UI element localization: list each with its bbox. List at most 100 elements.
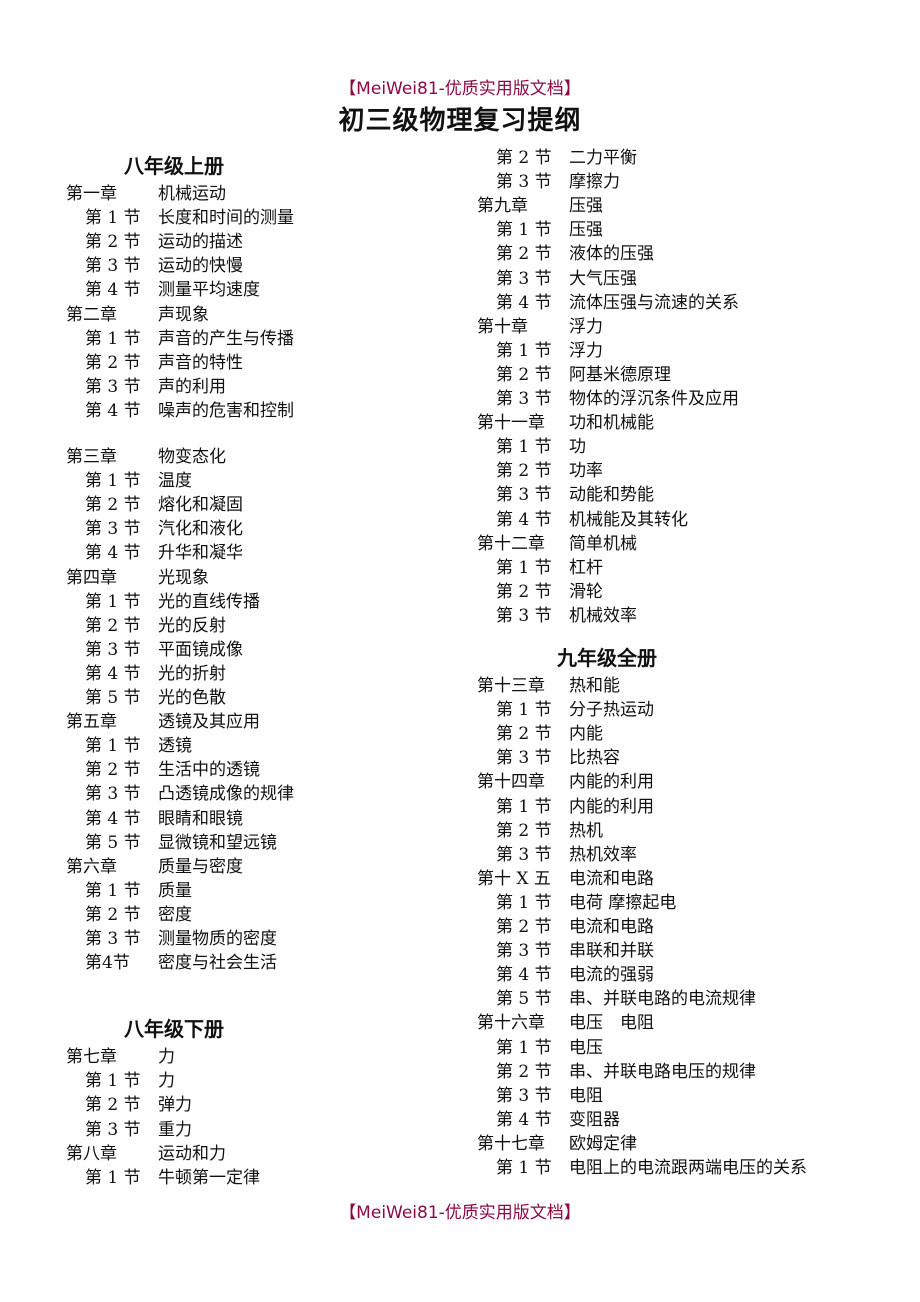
section-title: 声的利用 [158,376,226,397]
section-title: 汽化和液化 [158,519,243,540]
chapter-title: 简单机械 [569,533,637,554]
section-title: 热机效率 [569,844,637,865]
section-number: 第 1 节 [85,1071,141,1092]
section-number: 第 2 节 [496,820,552,841]
chapter-entry: 第十二章 简单机械 [477,532,637,556]
section-title: 生活中的透镜 [158,760,260,781]
section-title: 光的直线传播 [158,591,260,612]
section-entry: 第 1 节质量 [66,879,192,903]
section-title: 串、并联电路电压的规律 [569,1061,756,1082]
section-entry: 第 3 节热机效率 [477,843,637,867]
chapter-entry: 第十三章 热和能 [477,674,620,698]
section-number: 第 2 节 [85,495,141,516]
chapter-number: 第三章 [66,447,117,467]
chapter-entry: 第八章 运动和力 [66,1142,226,1166]
section-entry: 第 3 节声的利用 [66,375,226,399]
section-title: 压强 [569,220,603,241]
chapter-entry: 第七章 力 [66,1045,175,1069]
chapter-number: 第十六章 [477,1013,545,1034]
section-title: 测量平均速度 [158,280,260,301]
section-entry: 第 4 节升华和凝华 [66,541,243,565]
section-title: 光的色散 [158,688,226,708]
section-number: 第 4 节 [85,400,141,421]
section-title: 电流的强弱 [569,965,654,986]
section-title: 大气压强 [569,268,637,289]
section-entry: 第 3 节平面镜成像 [66,638,243,662]
section-number: 第 1 节 [85,880,141,901]
section-title: 热机 [569,820,603,841]
section-number: 第 2 节 [496,581,552,602]
section-title: 摩擦力 [569,172,620,193]
section-number: 第 5 节 [85,688,141,708]
section-title: 运动的描述 [158,232,243,253]
section-number: 第 1 节 [85,736,141,757]
section-entry: 第 3 节凸透镜成像的规律 [66,782,294,806]
section-entry: 第 4 节电流的强弱 [477,963,654,987]
section-title: 电荷 摩擦起电 [569,892,677,913]
section-title: 动能和势能 [569,485,654,506]
section-entry: 第 2 节二力平衡 [477,146,637,170]
section-entry: 第 1 节压强 [477,218,603,242]
section-number: 第 1 节 [496,340,552,361]
document-title: 初三级物理复习提纲 [338,106,582,136]
chapter-number: 第九章 [477,196,528,217]
chapter-number: 第十 X 五 [477,868,551,889]
grade-heading: 九年级全册 [557,646,657,670]
section-title: 机械能及其转化 [569,509,688,530]
section-number: 第 4 节 [85,808,141,829]
section-title: 浮力 [569,340,603,361]
section-entry: 第 3 节大气压强 [477,267,637,291]
section-number: 第 3 节 [85,519,141,540]
section-number: 第 4 节 [496,965,552,986]
section-entry: 第 2 节弹力 [66,1093,192,1117]
chapter-number: 第六章 [66,856,117,877]
section-entry: 第 4 节噪声的危害和控制 [66,399,294,423]
chapter-title: 力 [158,1047,175,1068]
section-number: 第 2 节 [496,148,552,168]
section-number: 第 1 节 [85,1167,141,1188]
section-number: 第 3 节 [85,929,141,949]
section-entry: 第 1 节内能的利用 [477,795,654,819]
chapter-number: 第十四章 [477,772,545,793]
chapter-entry: 第一章 机械运动 [66,182,226,206]
section-title: 流体压强与流速的关系 [569,292,739,313]
chapter-title: 功和机械能 [569,413,654,434]
chapter-entry: 第二章 声现象 [66,303,209,327]
section-number: 第4节 [85,953,130,974]
section-entry: 第 2 节阿基米德原理 [477,363,671,387]
section-title: 比热容 [569,748,620,769]
section-entry: 第 3 节比热容 [477,746,620,770]
section-title: 内能 [569,724,603,745]
section-number: 第 2 节 [85,1095,141,1116]
section-number: 第 1 节 [85,591,141,612]
section-title: 显微镜和望远镜 [158,832,277,853]
section-number: 第 2 节 [496,724,552,745]
section-number: 第 3 节 [85,1119,141,1140]
section-title: 重力 [158,1119,192,1140]
chapter-entry: 第三章 物变态化 [66,445,226,469]
section-title: 功率 [569,461,603,482]
section-number: 第 3 节 [496,748,552,769]
chapter-entry: 第十 X 五电流和电路 [477,867,654,891]
chapter-number: 第十二章 [477,533,545,554]
section-number: 第 5 节 [85,832,141,853]
section-title: 杠杆 [569,557,603,578]
section-entry: 第 2 节内能 [477,722,603,746]
chapter-title: 光现象 [158,567,209,588]
section-number: 第 2 节 [85,615,141,636]
section-number: 第 1 节 [85,328,141,349]
section-number: 第 4 节 [85,543,141,564]
section-title: 电流和电路 [569,917,654,937]
section-title: 物体的浮沉条件及应用 [569,389,739,409]
section-entry: 第 4 节变阻器 [477,1108,620,1132]
section-entry: 第 3 节测量物质的密度 [66,927,277,951]
chapter-entry: 第十一章 功和机械能 [477,411,654,435]
chapter-entry: 第十七章 欧姆定律 [477,1132,637,1156]
section-number: 第 5 节 [496,989,552,1010]
grade-heading: 八年级上册 [124,154,224,178]
chapter-title: 物变态化 [158,447,226,467]
section-title: 机械效率 [569,605,637,626]
section-entry: 第 1 节长度和时间的测量 [66,206,294,230]
chapter-number: 第十三章 [477,676,545,696]
section-title: 噪声的危害和控制 [158,400,294,421]
